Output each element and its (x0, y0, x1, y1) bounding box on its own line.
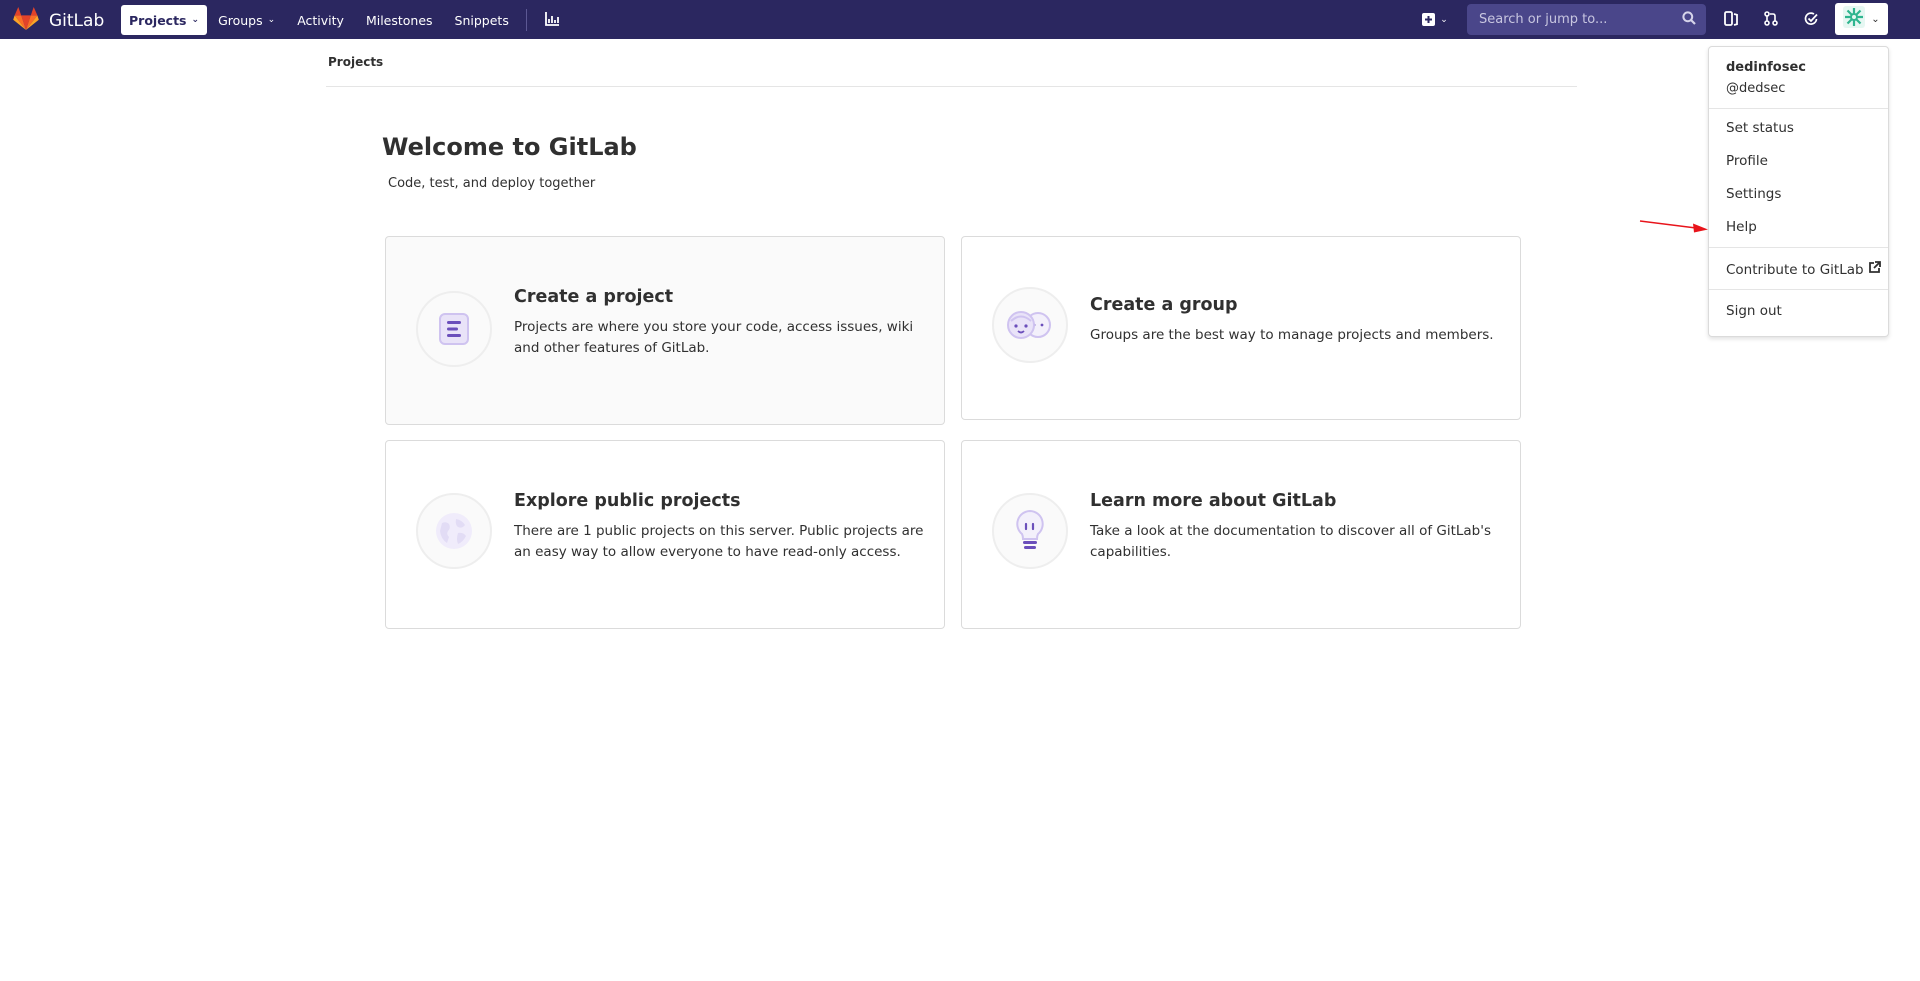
nav-snippets[interactable]: Snippets (444, 5, 520, 35)
user-display-name: dedinfosec (1726, 60, 1806, 75)
new-item-dropdown[interactable]: ⌄ (1418, 8, 1452, 32)
page-title: Welcome to GitLab (382, 133, 637, 161)
menu-item-label: Help (1726, 219, 1757, 235)
chart-icon (544, 11, 560, 29)
plus-square-icon (1422, 11, 1436, 30)
chevron-down-icon: ⌄ (1440, 15, 1448, 25)
menu-item-help[interactable]: Help (1726, 219, 1757, 235)
nav-divider (525, 9, 527, 31)
nav-activity-label: Activity (297, 12, 344, 28)
page-subtitle: Code, test, and deploy together (388, 176, 596, 191)
issues-button[interactable] (1719, 8, 1743, 32)
gitlab-logo-icon (13, 7, 39, 35)
menu-item-set-status[interactable]: Set status (1726, 120, 1794, 136)
menu-divider (1709, 289, 1888, 290)
menu-item-label: Set status (1726, 120, 1794, 136)
user-menu-toggle[interactable]: ⌄ (1835, 3, 1888, 35)
merge-requests-button[interactable] (1759, 8, 1783, 32)
menu-item-contribute[interactable]: Contribute to GitLab (1726, 261, 1881, 278)
card-text: Take a look at the documentation to disc… (1090, 523, 1491, 560)
card-title: Explore public projects (514, 491, 741, 511)
nav-projects-label: Projects (129, 12, 187, 28)
card-title: Learn more about GitLab (1090, 491, 1337, 511)
top-navbar: GitLab Projects ⌄ Groups ⌄ Activity Mile… (0, 0, 1920, 39)
menu-item-label: Contribute to GitLab (1726, 261, 1864, 278)
menu-item-label: Profile (1726, 153, 1768, 169)
external-link-icon (1868, 261, 1881, 278)
todos-button[interactable] (1799, 8, 1823, 32)
explore-projects-card[interactable]: Explore public projects There are 1 publ… (385, 440, 945, 629)
menu-item-label: Sign out (1726, 303, 1782, 319)
search-icon (1682, 10, 1696, 29)
menu-divider (1709, 108, 1888, 109)
nav-milestones[interactable]: Milestones (355, 5, 444, 35)
menu-item-label: Settings (1726, 186, 1782, 202)
nav-snippets-label: Snippets (454, 12, 509, 28)
menu-item-profile[interactable]: Profile (1726, 153, 1768, 169)
group-icon (992, 287, 1068, 363)
nav-activity[interactable]: Activity (286, 5, 355, 35)
card-title: Create a project (514, 287, 674, 307)
search-box[interactable] (1467, 4, 1706, 35)
chevron-down-icon: ⌄ (191, 15, 200, 25)
search-input[interactable] (1477, 11, 1681, 28)
nav-groups-dropdown[interactable]: Groups ⌄ (207, 5, 286, 35)
brand-name: GitLab (49, 11, 105, 31)
menu-item-settings[interactable]: Settings (1726, 186, 1781, 202)
card-text: Groups are the best way to manage projec… (1090, 327, 1494, 343)
annotation-arrow (1638, 218, 1710, 238)
menu-divider (1709, 247, 1888, 248)
card-text: There are 1 public projects on this serv… (514, 523, 924, 560)
issues-icon (1724, 10, 1738, 30)
learn-more-card[interactable]: Learn more about GitLab Take a look at t… (961, 440, 1521, 629)
breadcrumb-current[interactable]: Projects (328, 55, 383, 69)
menu-item-sign-out[interactable]: Sign out (1726, 303, 1782, 319)
breadcrumb: Projects (328, 55, 383, 69)
analytics-button[interactable] (539, 5, 566, 35)
gitlab-home-link[interactable]: GitLab (13, 7, 104, 35)
nav-projects-dropdown[interactable]: Projects ⌄ (121, 5, 208, 35)
breadcrumb-divider (326, 86, 1577, 87)
chevron-down-icon: ⌄ (267, 15, 276, 25)
nav-milestones-label: Milestones (365, 12, 433, 28)
user-dropdown-menu: dedinfosec @dedsec Set status Profile Se… (1708, 46, 1889, 337)
lightbulb-icon (992, 493, 1068, 569)
user-handle: @dedsec (1726, 81, 1786, 96)
avatar-icon (1843, 6, 1866, 32)
create-project-card[interactable]: Create a project Projects are where you … (385, 236, 945, 425)
project-icon (416, 291, 492, 367)
card-text: Projects are where you store your code, … (514, 319, 914, 356)
todo-check-icon (1804, 11, 1819, 30)
main-nav: Projects ⌄ Groups ⌄ Activity Milestones … (121, 5, 566, 35)
nav-groups-label: Groups (218, 12, 263, 28)
chevron-down-icon: ⌄ (1871, 13, 1880, 25)
create-group-card[interactable]: Create a group Groups are the best way t… (961, 236, 1521, 420)
globe-icon (416, 493, 492, 569)
merge-request-icon (1764, 10, 1778, 30)
card-title: Create a group (1090, 295, 1238, 315)
